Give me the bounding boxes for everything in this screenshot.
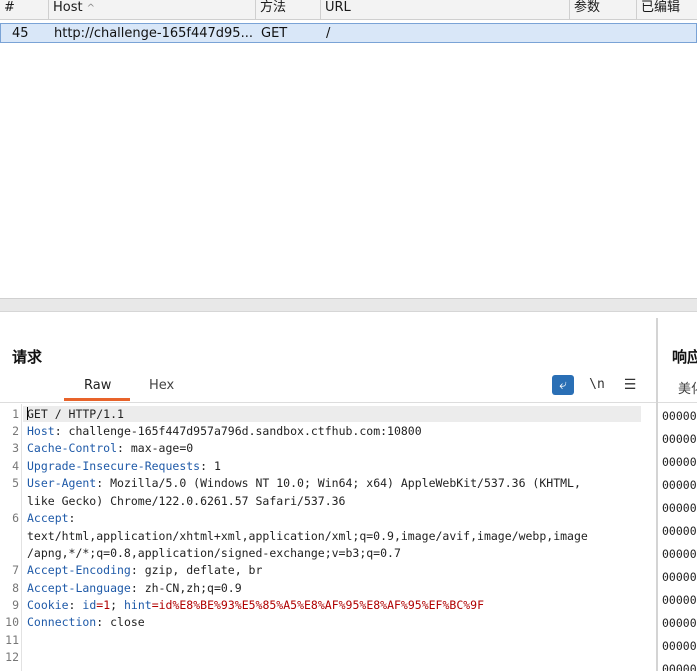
column-header-host[interactable]: Host ^ bbox=[49, 0, 256, 20]
header-accept: Accept: bbox=[27, 511, 640, 525]
editor-menu-icon[interactable]: ☰ bbox=[620, 375, 640, 395]
line-number: 10 bbox=[5, 615, 19, 629]
cookie-separator: : bbox=[68, 598, 83, 612]
hex-offset: 00000 bbox=[662, 593, 697, 607]
hex-offset: 00000 bbox=[662, 432, 697, 446]
proxy-history-table: # Host ^ 方法 URL 参数 已编辑 45 http://challeng… bbox=[0, 0, 697, 312]
hex-offset: 00000 bbox=[662, 662, 697, 671]
hex-offset: 00000 bbox=[662, 616, 697, 630]
header-name: User-Agent bbox=[27, 476, 97, 490]
line-number: 2 bbox=[12, 424, 19, 438]
column-header-num[interactable]: # bbox=[0, 0, 49, 20]
header-connection: Connection: close bbox=[27, 615, 640, 629]
hex-offset: 00000 bbox=[662, 455, 697, 469]
header-cookie: Cookie: id=1; hint=id%E8%BE%93%E5%85%A5%… bbox=[27, 598, 640, 612]
header-value: : 1 bbox=[200, 459, 221, 473]
line-number-gutter: 1 2 3 4 5 6 7 8 9 10 11 12 bbox=[0, 404, 22, 671]
header-user-agent: User-Agent: Mozilla/5.0 (Windows NT 10.0… bbox=[27, 476, 640, 490]
header-accept-language: Accept-Language: zh-CN,zh;q=0.9 bbox=[27, 581, 640, 595]
request-panel-title: 请求 bbox=[12, 348, 43, 366]
cookie-name-id: id bbox=[82, 598, 97, 612]
sort-ascending-icon: ^ bbox=[86, 3, 95, 14]
header-accept-wrap-2: /apng,*/*;q=0.8,application/signed-excha… bbox=[27, 546, 640, 560]
header-value: text/html,application/xhtml+xml,applicat… bbox=[27, 529, 588, 543]
header-user-agent-wrap: like Gecko) Chrome/122.0.6261.57 Safari/… bbox=[27, 494, 640, 508]
line-number: 1 bbox=[12, 407, 19, 421]
hex-offset: 00000 bbox=[662, 570, 697, 584]
column-header-url[interactable]: URL bbox=[321, 0, 570, 20]
line-number: 8 bbox=[12, 581, 19, 595]
hex-offset: 00000 bbox=[662, 547, 697, 561]
word-wrap-toggle-icon[interactable]: ⤶ bbox=[552, 375, 574, 395]
header-value: like Gecko) Chrome/122.0.6261.57 Safari/… bbox=[27, 494, 346, 508]
response-panel: 响应 美化 00000 00000 00000 00000 00000 0000… bbox=[656, 318, 697, 671]
header-name: Host bbox=[27, 424, 55, 438]
header-value: : close bbox=[96, 615, 145, 629]
active-tab-indicator bbox=[64, 398, 130, 401]
column-header-host-label: Host bbox=[53, 0, 83, 15]
header-value: : Mozilla/5.0 (Windows NT 10.0; Win64; x… bbox=[96, 476, 581, 490]
header-value: : max-age=0 bbox=[117, 441, 194, 455]
hex-offset: 00000 bbox=[662, 409, 697, 423]
header-value: : bbox=[68, 511, 76, 525]
hex-offset: 00000 bbox=[662, 501, 697, 515]
header-cache-control: Cache-Control: max-age=0 bbox=[27, 441, 640, 455]
header-name: Accept-Language bbox=[27, 581, 131, 595]
header-name: Cookie bbox=[27, 598, 69, 612]
header-accept-encoding: Accept-Encoding: gzip, deflate, br bbox=[27, 563, 640, 577]
line-number: 12 bbox=[5, 650, 19, 664]
header-value: /apng,*/*;q=0.8,application/signed-excha… bbox=[27, 546, 401, 560]
cookie-name-hint: hint bbox=[123, 598, 152, 612]
tab-hex[interactable]: Hex bbox=[149, 378, 174, 393]
cookie-separator: ; bbox=[110, 598, 124, 612]
horizontal-scrollbar[interactable] bbox=[0, 298, 697, 311]
header-value: : zh-CN,zh;q=0.9 bbox=[130, 581, 242, 595]
column-header-params[interactable]: 参数 bbox=[570, 0, 637, 20]
header-name: Connection bbox=[27, 615, 97, 629]
header-name: Accept bbox=[27, 511, 69, 525]
hex-offset: 00000 bbox=[662, 639, 697, 653]
header-name: Cache-Control bbox=[27, 441, 118, 455]
request-panel: 请求 Raw Hex ⤶ \n ☰ 1 2 3 4 5 6 7 8 9 10 1… bbox=[0, 318, 656, 671]
response-panel-title: 响应 bbox=[672, 348, 697, 366]
header-accept-wrap-1: text/html,application/xhtml+xml,applicat… bbox=[27, 529, 640, 543]
row-host: http://challenge-165f447d95... bbox=[54, 26, 253, 41]
cookie-value-id: =1 bbox=[96, 598, 111, 612]
divider bbox=[658, 402, 697, 403]
header-name: Accept-Encoding bbox=[27, 563, 131, 577]
table-row[interactable]: 45 http://challenge-165f447d95... GET / bbox=[0, 23, 697, 43]
hex-offset: 00000 bbox=[662, 478, 697, 492]
request-line-text: GET / HTTP/1.1 bbox=[27, 407, 124, 421]
line-number: 6 bbox=[12, 511, 19, 525]
request-line: GET / HTTP/1.1 bbox=[27, 407, 640, 421]
line-number: 11 bbox=[5, 633, 19, 647]
column-header-method[interactable]: 方法 bbox=[256, 0, 321, 20]
header-value: : gzip, deflate, br bbox=[130, 563, 263, 577]
line-number: 5 bbox=[12, 476, 19, 490]
divider bbox=[0, 402, 656, 403]
table-header: # Host ^ 方法 URL 参数 已编辑 bbox=[0, 0, 697, 20]
header-name: Upgrade-Insecure-Requests bbox=[27, 459, 201, 473]
line-number: 4 bbox=[12, 459, 19, 473]
tab-raw[interactable]: Raw bbox=[84, 378, 111, 393]
row-num: 45 bbox=[12, 26, 29, 41]
header-host: Host: challenge-165f447d957a796d.sandbox… bbox=[27, 424, 640, 438]
row-method: GET bbox=[261, 26, 288, 41]
line-number: 9 bbox=[12, 598, 19, 612]
tab-pretty[interactable]: 美化 bbox=[678, 378, 697, 397]
cookie-value-hint: =id%E8%BE%93%E5%85%A5%E8%AF%95%E8%AF%95%… bbox=[151, 598, 485, 612]
line-number: 7 bbox=[12, 563, 19, 577]
request-editor[interactable]: 1 2 3 4 5 6 7 8 9 10 11 12 GET / HTTP/1.… bbox=[0, 404, 656, 671]
header-value: : challenge-165f447d957a796d.sandbox.ctf… bbox=[54, 424, 422, 438]
hex-offset: 00000 bbox=[662, 524, 697, 538]
header-upgrade-insecure-requests: Upgrade-Insecure-Requests: 1 bbox=[27, 459, 640, 473]
row-url: / bbox=[326, 26, 331, 41]
column-header-edited[interactable]: 已编辑 bbox=[637, 0, 697, 20]
line-number: 3 bbox=[12, 441, 19, 455]
show-newlines-toggle-icon[interactable]: \n bbox=[587, 375, 607, 395]
